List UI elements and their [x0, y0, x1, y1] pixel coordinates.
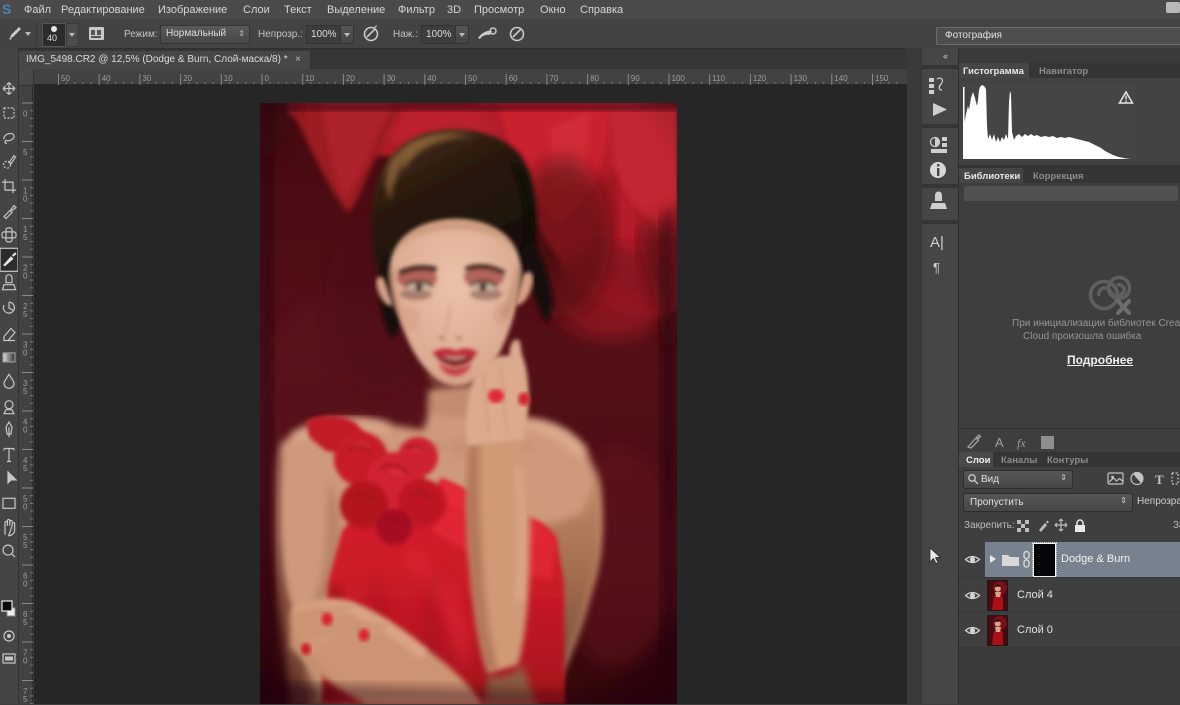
- svg-text:100: 100: [672, 74, 686, 83]
- svg-text:10: 10: [224, 74, 233, 83]
- svg-text:A|: A|: [930, 234, 944, 251]
- svg-text:5: 5: [23, 148, 28, 157]
- svg-text:40: 40: [102, 74, 111, 83]
- svg-text:5: 5: [23, 618, 28, 627]
- svg-text:0: 0: [23, 580, 28, 589]
- svg-text:150: 150: [875, 74, 889, 83]
- svg-text:A: A: [995, 435, 1004, 450]
- svg-text:fx: fx: [1017, 436, 1026, 450]
- svg-text:70: 70: [549, 74, 558, 83]
- svg-text:5: 5: [23, 387, 28, 396]
- svg-text:80: 80: [590, 74, 599, 83]
- svg-text:5: 5: [23, 233, 28, 242]
- svg-text:60: 60: [509, 74, 518, 83]
- svg-text:5: 5: [23, 541, 28, 550]
- svg-text:50: 50: [61, 74, 70, 83]
- svg-text:5: 5: [23, 695, 28, 704]
- svg-text:30: 30: [387, 74, 396, 83]
- svg-text:0: 0: [23, 110, 28, 119]
- svg-text:5: 5: [23, 310, 28, 319]
- svg-text:90: 90: [631, 74, 640, 83]
- svg-text:10: 10: [305, 74, 314, 83]
- svg-text:0: 0: [265, 74, 270, 83]
- svg-text:0: 0: [23, 426, 28, 435]
- svg-text:T: T: [1155, 472, 1164, 487]
- svg-text:«: «: [943, 51, 948, 61]
- svg-text:140: 140: [834, 74, 848, 83]
- svg-text:20: 20: [346, 74, 355, 83]
- svg-text:0: 0: [23, 657, 28, 666]
- svg-text:0: 0: [23, 349, 28, 358]
- svg-text:30: 30: [142, 74, 151, 83]
- svg-text:0: 0: [23, 195, 28, 204]
- svg-text:5: 5: [23, 464, 28, 473]
- svg-text:50: 50: [468, 74, 477, 83]
- svg-text:0: 0: [23, 503, 28, 512]
- svg-text:120: 120: [753, 74, 767, 83]
- svg-text:0: 0: [23, 272, 28, 281]
- svg-text:40: 40: [427, 74, 436, 83]
- svg-text:110: 110: [712, 74, 725, 83]
- svg-text:¶: ¶: [933, 260, 940, 275]
- svg-text:20: 20: [183, 74, 192, 83]
- svg-text:130: 130: [794, 74, 808, 83]
